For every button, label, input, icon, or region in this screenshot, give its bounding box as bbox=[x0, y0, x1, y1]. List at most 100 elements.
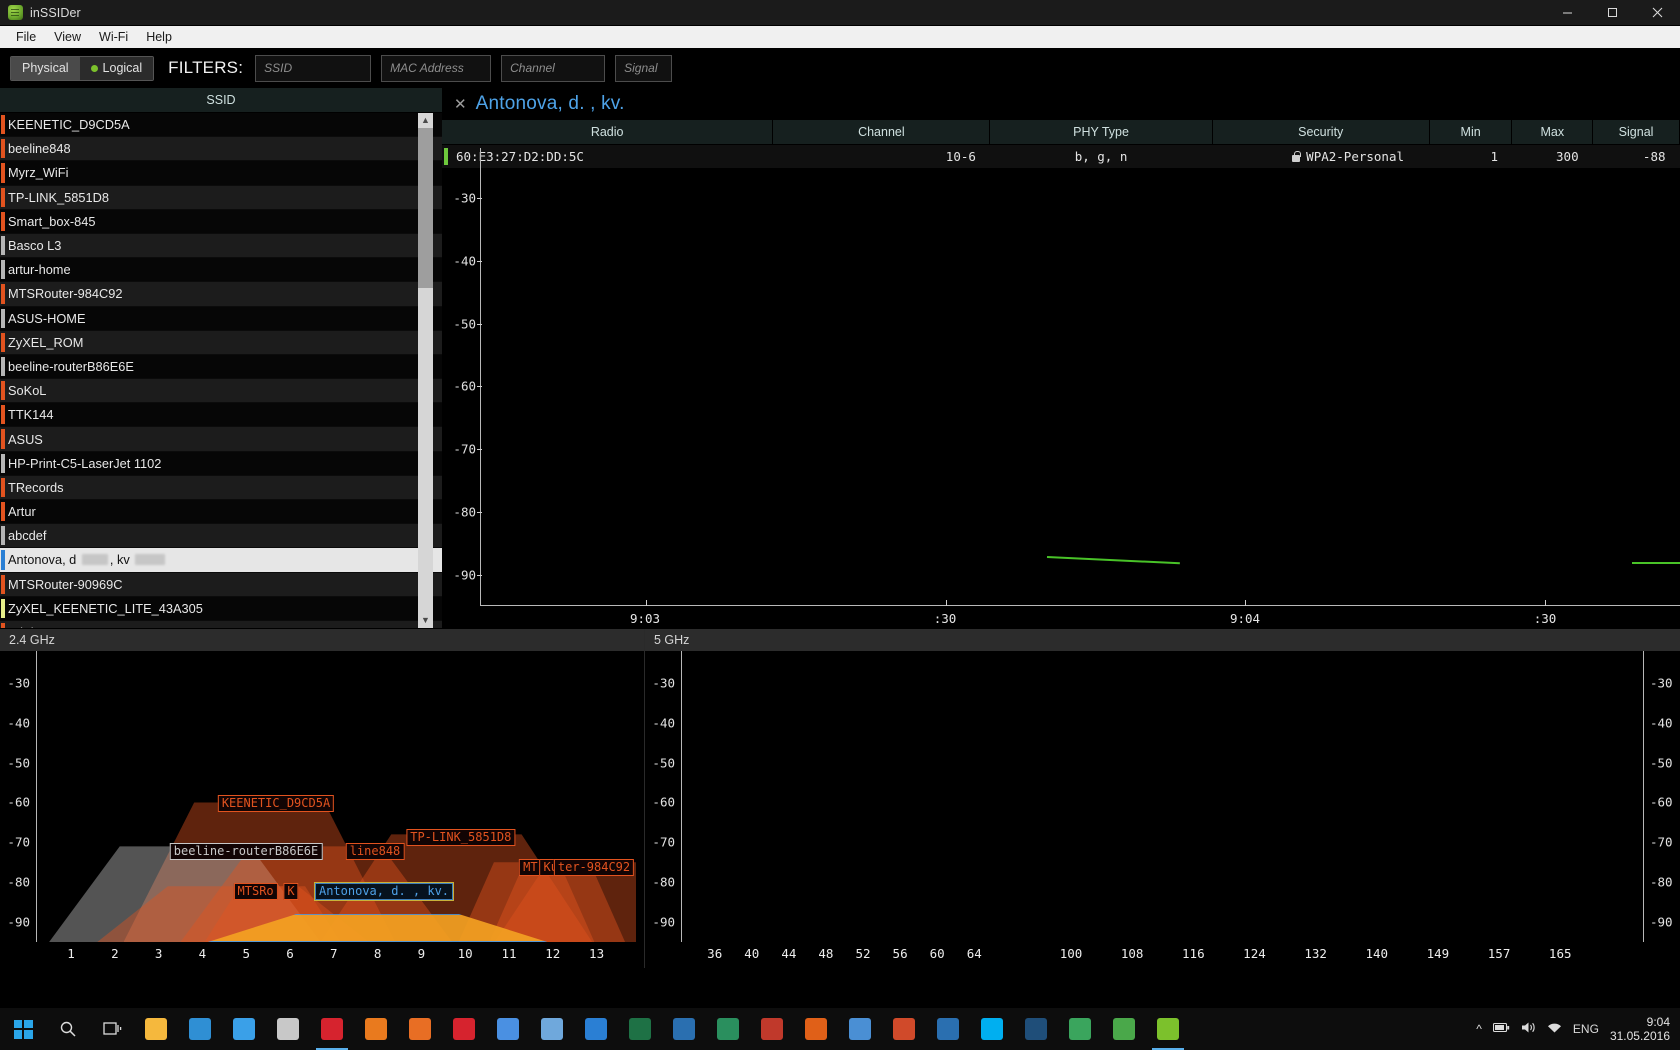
teamviewer-icon[interactable] bbox=[574, 1008, 618, 1050]
filter-mac-input[interactable]: MAC Address bbox=[381, 55, 491, 82]
battery-icon[interactable] bbox=[1493, 1022, 1510, 1036]
chart-icon[interactable] bbox=[838, 1008, 882, 1050]
col-radio[interactable]: Radio bbox=[442, 120, 773, 144]
list-item[interactable]: beeline848 bbox=[0, 137, 442, 161]
search-icon[interactable] bbox=[46, 1008, 90, 1050]
volume-icon[interactable] bbox=[1521, 1021, 1536, 1037]
list-item[interactable]: TP-LINK_5851D8 bbox=[0, 186, 442, 210]
filter-channel-input[interactable]: Channel bbox=[501, 55, 605, 82]
view-mode-toggle: Physical Logical bbox=[10, 56, 154, 81]
scroll-down-arrow-icon[interactable]: ▼ bbox=[418, 613, 433, 628]
access-point-label[interactable]: TP-LINK_5851D8 bbox=[406, 829, 515, 846]
antivirus-icon[interactable] bbox=[794, 1008, 838, 1050]
col-signal[interactable]: Signal bbox=[1593, 120, 1680, 144]
list-item[interactable]: Smart_box-845 bbox=[0, 210, 442, 234]
list-item[interactable]: ASUS bbox=[0, 427, 442, 451]
mode-physical-button[interactable]: Physical bbox=[11, 57, 80, 80]
spectrum-2-4ghz-panel: 2.4 GHz -30-40-50-60-70-80-90 KEENETIC_D… bbox=[0, 629, 645, 968]
list-item[interactable]: KEENETIC_D9CD5A bbox=[0, 113, 442, 137]
store-icon[interactable] bbox=[222, 1008, 266, 1050]
list-item[interactable]: HP-Print-C5-LaserJet 1102 bbox=[0, 452, 442, 476]
start-button[interactable] bbox=[0, 1008, 46, 1050]
list-item[interactable]: TRecords bbox=[0, 476, 442, 500]
list-item[interactable]: Basco L3 bbox=[0, 234, 442, 258]
col-channel[interactable]: Channel bbox=[773, 120, 990, 144]
menu-view[interactable]: View bbox=[45, 27, 90, 47]
edge-icon[interactable] bbox=[178, 1008, 222, 1050]
access-point-label[interactable]: ter-984C92 bbox=[554, 859, 634, 876]
stats-icon[interactable] bbox=[1102, 1008, 1146, 1050]
list-item[interactable]: ZyXEL_ROM bbox=[0, 331, 442, 355]
close-icon[interactable]: ✕ bbox=[454, 97, 467, 112]
clock[interactable]: 9:04 31.05.2016 bbox=[1610, 1015, 1670, 1043]
mode-logical-button[interactable]: Logical bbox=[80, 57, 154, 80]
mail-client-icon-glyph bbox=[673, 1018, 695, 1040]
list-item[interactable]: TTK144 bbox=[0, 403, 442, 427]
list-item[interactable]: WiFi-DOM.ru-2524 bbox=[0, 621, 442, 628]
scroll-up-arrow-icon[interactable]: ▲ bbox=[418, 113, 433, 128]
list-item[interactable]: beeline-routerB86E6E bbox=[0, 355, 442, 379]
chrome-icon[interactable] bbox=[486, 1008, 530, 1050]
col-min[interactable]: Min bbox=[1429, 120, 1512, 144]
access-point-label[interactable]: MTSRo bbox=[234, 883, 278, 900]
filters-label: FILTERS: bbox=[168, 58, 243, 78]
list-item[interactable]: ASUS-HOME bbox=[0, 307, 442, 331]
filter-ssid-input[interactable]: SSID bbox=[255, 55, 371, 82]
office-icon[interactable] bbox=[1058, 1008, 1102, 1050]
firefox-icon[interactable] bbox=[398, 1008, 442, 1050]
folder2-icon[interactable] bbox=[530, 1008, 574, 1050]
maximize-button[interactable] bbox=[1590, 0, 1635, 26]
list-item-label: ASUS-HOME bbox=[8, 311, 86, 326]
col-max[interactable]: Max bbox=[1512, 120, 1593, 144]
ssid-column-header[interactable]: SSID bbox=[0, 88, 442, 113]
ssid-list-scrollbar[interactable]: ▲ ▼ bbox=[418, 113, 433, 628]
language-indicator[interactable]: ENG bbox=[1573, 1022, 1599, 1036]
opera-icon[interactable] bbox=[310, 1008, 354, 1050]
scrollbar-thumb[interactable] bbox=[418, 128, 433, 288]
access-point-label[interactable]: line848 bbox=[346, 843, 405, 860]
list-item[interactable]: Myrz_WiFi bbox=[0, 161, 442, 185]
menu-file[interactable]: File bbox=[7, 27, 45, 47]
minimize-button[interactable] bbox=[1545, 0, 1590, 26]
list-item[interactable]: MTSRouter-984C92 bbox=[0, 282, 442, 306]
excel-icon[interactable] bbox=[618, 1008, 662, 1050]
network-icon[interactable] bbox=[1547, 1022, 1562, 1037]
list-item[interactable]: SoKoL bbox=[0, 379, 442, 403]
col-phy-type[interactable]: PHY Type bbox=[990, 120, 1212, 144]
list-item[interactable]: Antonova, d , kv bbox=[0, 548, 442, 572]
access-point-label[interactable]: K bbox=[283, 883, 298, 900]
list-item[interactable]: abcdef bbox=[0, 524, 442, 548]
filter-signal-input[interactable]: Signal bbox=[615, 55, 672, 82]
file-explorer-icon[interactable] bbox=[134, 1008, 178, 1050]
signal-color-indicator bbox=[1, 381, 5, 400]
mail-icon[interactable] bbox=[926, 1008, 970, 1050]
spreadsheet-icon[interactable] bbox=[706, 1008, 750, 1050]
ssid-list[interactable]: KEENETIC_D9CD5Abeeline848Myrz_WiFiTP-LIN… bbox=[0, 113, 442, 628]
menu-help[interactable]: Help bbox=[137, 27, 181, 47]
access-point-label[interactable]: MT bbox=[519, 859, 541, 876]
list-item[interactable]: MTSRouter-90969C bbox=[0, 573, 442, 597]
access-point-label[interactable]: Antonova, d. , kv. bbox=[315, 883, 453, 900]
calculator-icon[interactable] bbox=[266, 1008, 310, 1050]
spectrum-5ghz-body: -30-40-50-60-70-80-90 -30-40-50-60-70-80… bbox=[645, 651, 1680, 968]
chevron-up-icon[interactable]: ^ bbox=[1476, 1022, 1482, 1036]
opera2-icon[interactable] bbox=[442, 1008, 486, 1050]
access-point-label[interactable]: KEENETIC_D9CD5A bbox=[218, 795, 334, 812]
menu-wifi[interactable]: Wi-Fi bbox=[90, 27, 137, 47]
pdf-icon[interactable] bbox=[750, 1008, 794, 1050]
system-tray: ^ ENG 9:04 31.05.2016 bbox=[1476, 1015, 1680, 1043]
list-item[interactable]: Artur bbox=[0, 500, 442, 524]
mail-client-icon[interactable] bbox=[662, 1008, 706, 1050]
skype-icon[interactable] bbox=[970, 1008, 1014, 1050]
access-point-label[interactable]: beeline-routerB86E6E bbox=[170, 843, 323, 860]
foxit-icon[interactable] bbox=[882, 1008, 926, 1050]
col-security[interactable]: Security bbox=[1212, 120, 1429, 144]
vlc-icon[interactable] bbox=[354, 1008, 398, 1050]
list-item[interactable]: artur-home bbox=[0, 258, 442, 282]
inssider-icon[interactable] bbox=[1146, 1008, 1190, 1050]
close-button[interactable] bbox=[1635, 0, 1680, 26]
list-item[interactable]: ZyXEL_KEENETIC_LITE_43A305 bbox=[0, 597, 442, 621]
detail-ssid-title: Antonova, d. , kv. bbox=[476, 93, 625, 115]
photoshop-icon[interactable] bbox=[1014, 1008, 1058, 1050]
task-view-icon[interactable] bbox=[90, 1008, 134, 1050]
